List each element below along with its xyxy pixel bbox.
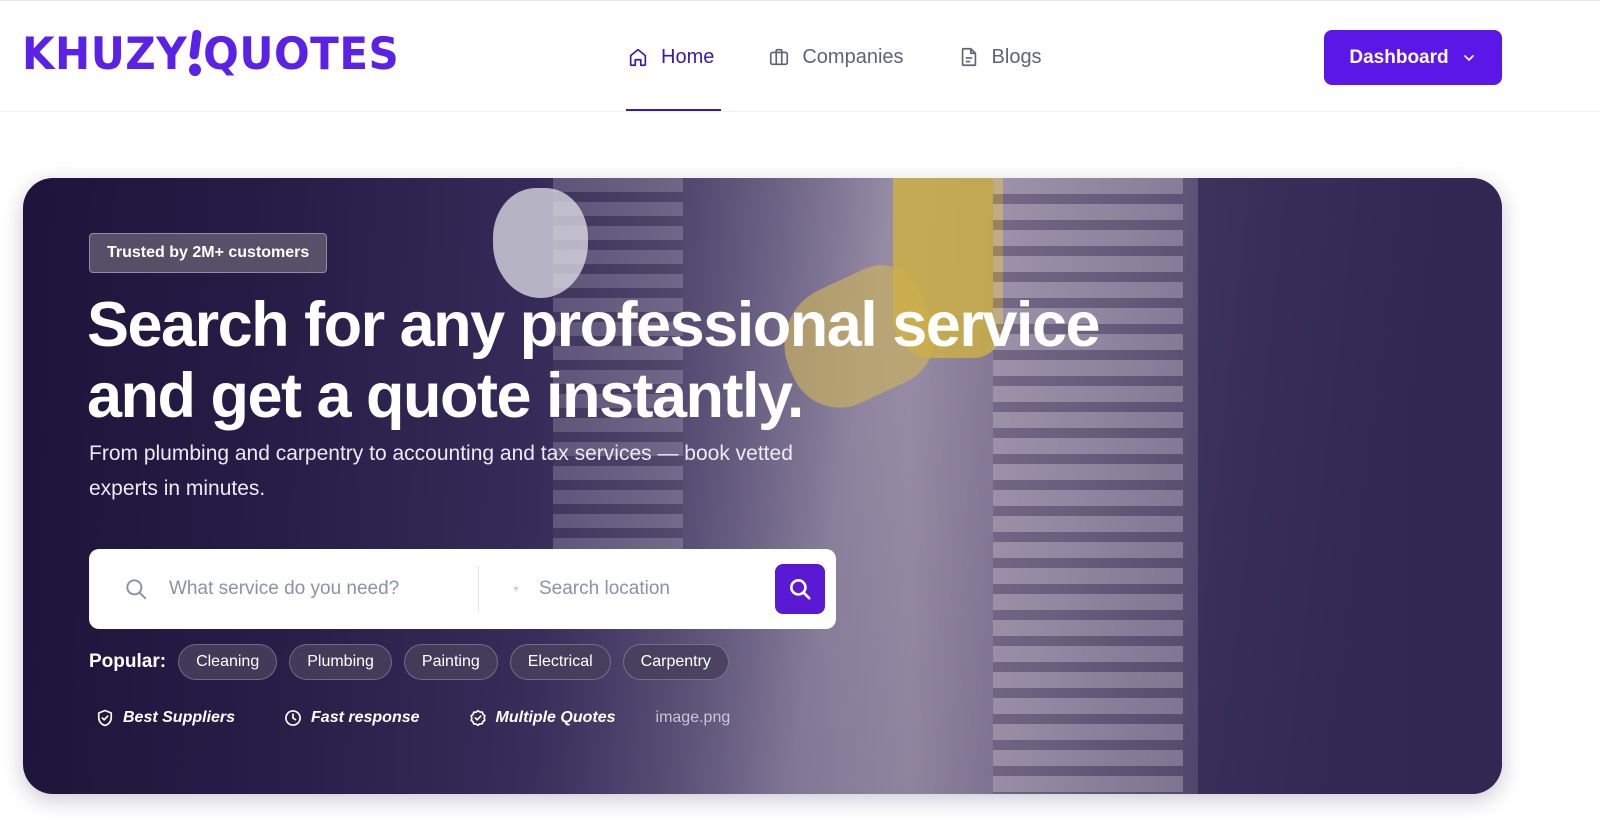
feature-label: Fast response [311,709,420,726]
nav-item-label: Blogs [991,45,1042,68]
shield-check-icon [97,709,113,727]
broken-image-alt: image.png [655,709,731,726]
briefcase-icon [770,48,789,66]
location-pin-icon [514,586,518,592]
search-icon [790,579,811,600]
popular-chip-plumbing[interactable]: Plumbing [289,644,392,680]
nav-item-label: Companies [802,45,904,68]
dashboard-button[interactable]: Dashboard [1324,30,1502,85]
dashboard-label: Dashboard [1349,46,1449,68]
popular-chip-painting[interactable]: Painting [403,644,498,680]
feature-fast-response: Fast response [283,708,420,728]
site-header: KHUZY QUOTES Home Companies Blogs Dashbo… [0,0,1600,112]
headline-line-1: Search for any professional service [87,290,1100,360]
hero-subtitle: From plumbing and carpentry to accountin… [89,442,793,500]
feature-label: Best Suppliers [123,709,236,726]
nav-item-companies[interactable]: Companies [761,1,910,113]
hero-headline: Search for any professional service and … [87,290,1167,432]
nav-item-blogs[interactable]: Blogs [951,1,1049,113]
search-bar [89,549,836,629]
document-icon [961,47,976,67]
service-field[interactable] [89,566,479,612]
nav-item-home[interactable]: Home [620,1,722,113]
search-icon [126,579,147,600]
chevron-down-icon [1463,54,1474,61]
clock-icon [285,710,301,726]
main-nav: Home Companies Blogs [620,1,1089,113]
badge-check-icon [469,709,486,727]
popular-chip-carpentry[interactable]: Carpentry [622,644,729,680]
headline-line-2: and get a quote instantly. [87,361,804,431]
feature-list: Best Suppliers Fast response Multiple Qu… [95,706,730,730]
feature-label: Multiple Quotes [495,709,616,726]
feature-best-suppliers: Best Suppliers [95,708,235,728]
feature-multiple-quotes: Multiple Quotes [468,708,616,728]
logo[interactable]: KHUZY QUOTES [22,26,399,81]
popular-chip-electrical[interactable]: Electrical [509,644,611,680]
hero-banner: Trusted by 2M+ customers Search for any … [23,178,1502,794]
nav-item-label: Home [661,45,715,68]
trusted-badge: Trusted by 2M+ customers [89,233,328,273]
logo-text-left: KHUZY [22,27,188,79]
home-icon [629,48,647,67]
popular-label: Popular: [89,651,167,672]
location-field[interactable] [479,566,769,612]
service-input[interactable] [169,578,399,600]
logo-exclamation-icon [188,29,202,77]
popular-chip-cleaning[interactable]: Cleaning [178,644,278,680]
logo-text-right: QUOTES [203,27,400,79]
popular-searches: Popular: Cleaning Plumbing Painting Elec… [89,644,741,680]
search-submit-button[interactable] [775,564,825,614]
location-input[interactable] [539,578,769,600]
